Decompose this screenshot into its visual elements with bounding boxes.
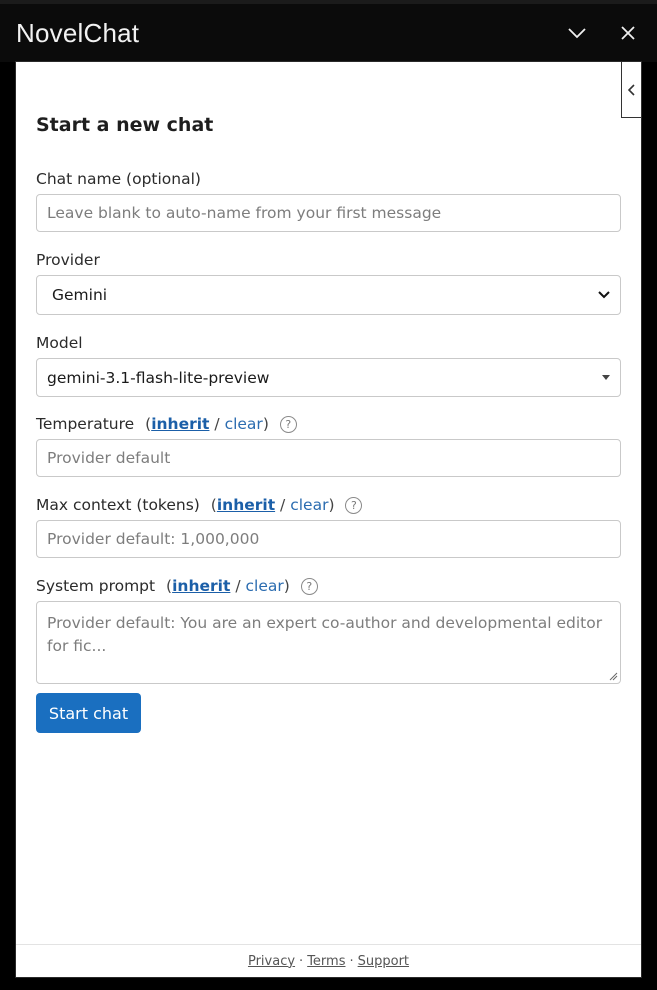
max-context-label-row: Max context (tokens) (inherit / clear) ? xyxy=(36,496,363,514)
chat-panel: Start a new chat Chat name (optional) Le… xyxy=(15,61,642,978)
max-context-clear-link[interactable]: clear xyxy=(290,496,328,514)
close-icon xyxy=(621,26,635,40)
temperature-label: Temperature xyxy=(36,415,135,433)
chat-name-input[interactable]: Leave blank to auto-name from your first… xyxy=(36,194,621,232)
title-bar: NovelChat xyxy=(0,0,657,62)
resize-handle-icon[interactable] xyxy=(608,671,618,681)
temperature-placeholder: Provider default xyxy=(47,449,171,467)
system-prompt-inherit-link[interactable]: inherit xyxy=(172,577,230,595)
help-icon[interactable]: ? xyxy=(279,416,297,433)
provider-value: Gemini xyxy=(52,286,108,304)
support-link[interactable]: Support xyxy=(358,954,409,969)
model-select[interactable]: gemini-3.1-flash-lite-preview xyxy=(36,358,621,397)
system-prompt-label: System prompt xyxy=(36,577,156,595)
max-context-inherit-link[interactable]: inherit xyxy=(217,496,275,514)
chat-name-placeholder: Leave blank to auto-name from your first… xyxy=(47,204,442,222)
model-label: Model xyxy=(36,334,83,352)
temperature-clear-link[interactable]: clear xyxy=(225,415,263,433)
max-context-label: Max context (tokens) xyxy=(36,496,200,514)
max-context-placeholder: Provider default: 1,000,000 xyxy=(47,530,260,548)
system-prompt-clear-link[interactable]: clear xyxy=(245,577,283,595)
system-prompt-label-row: System prompt (inherit / clear) ? xyxy=(36,577,318,595)
caret-down-icon xyxy=(602,374,610,380)
temperature-label-row: Temperature (inherit / clear) ? xyxy=(36,415,297,433)
footer: Privacy · Terms · Support xyxy=(16,944,641,977)
system-prompt-textarea[interactable]: Provider default: You are an expert co-a… xyxy=(36,601,621,684)
terms-link[interactable]: Terms xyxy=(307,954,345,969)
chevron-left-icon xyxy=(627,83,635,96)
privacy-link[interactable]: Privacy xyxy=(248,954,295,969)
minimize-chevron-button[interactable] xyxy=(564,20,590,46)
collapse-panel-button[interactable] xyxy=(621,62,642,118)
help-icon[interactable]: ? xyxy=(345,497,363,514)
close-button[interactable] xyxy=(615,20,641,46)
chevron-down-icon xyxy=(598,291,610,299)
system-prompt-placeholder: Provider default: You are an expert co-a… xyxy=(47,614,603,655)
form-heading: Start a new chat xyxy=(36,114,214,136)
max-context-input[interactable]: Provider default: 1,000,000 xyxy=(36,520,621,558)
help-icon[interactable]: ? xyxy=(300,578,318,595)
app-title: NovelChat xyxy=(16,18,140,48)
provider-select[interactable]: Gemini xyxy=(36,275,621,315)
temperature-inherit-link[interactable]: inherit xyxy=(151,415,209,433)
temperature-input[interactable]: Provider default xyxy=(36,439,621,477)
start-chat-button[interactable]: Start chat xyxy=(36,693,141,733)
chevron-down-icon xyxy=(568,28,586,39)
chat-name-label: Chat name (optional) xyxy=(36,170,201,188)
model-value: gemini-3.1-flash-lite-preview xyxy=(47,368,270,387)
provider-label: Provider xyxy=(36,251,100,269)
